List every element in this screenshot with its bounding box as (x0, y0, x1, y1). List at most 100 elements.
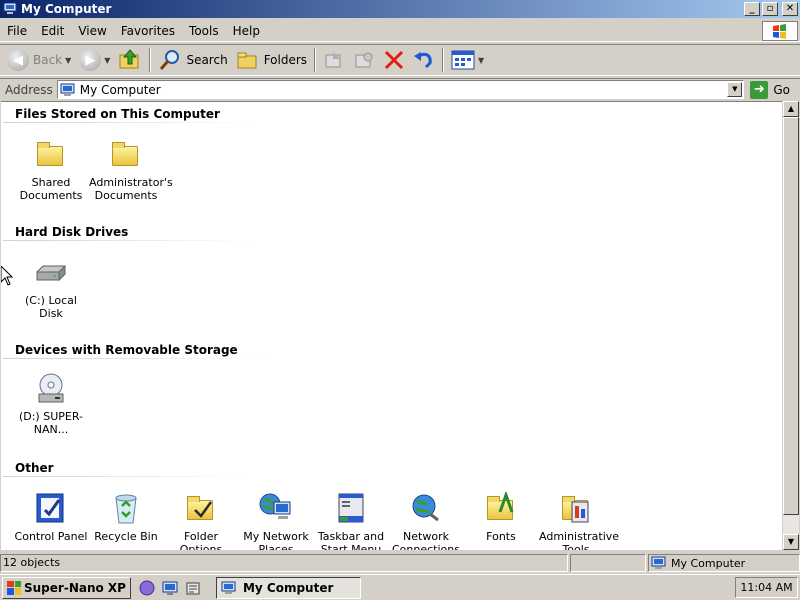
window-title: My Computer (21, 2, 112, 16)
group-divider (3, 240, 251, 241)
start-button[interactable]: Super-Nano XP (2, 576, 131, 599)
toolbar-separator (314, 48, 317, 72)
list-item-fonts[interactable]: Fonts (464, 492, 538, 543)
address-dropdown-button[interactable]: ▼ (727, 82, 743, 97)
my-computer-icon (3, 2, 17, 15)
delete-button[interactable] (379, 46, 409, 74)
clock[interactable]: 11:04 AM (735, 577, 798, 598)
item-label: (C:) Local Disk (25, 294, 77, 320)
forward-dropdown-icon[interactable]: ▼ (104, 56, 110, 65)
go-button[interactable]: ➜ Go (744, 80, 800, 99)
menu-bar: File Edit View Favorites Tools Help (0, 20, 800, 42)
start-label: Super-Nano XP (24, 580, 126, 595)
go-label: Go (773, 82, 790, 97)
toolbar-separator (442, 48, 445, 72)
back-button[interactable]: ◀ Back ▼ (3, 46, 75, 74)
item-label: Network Connections (392, 530, 460, 550)
folder-icon (33, 138, 69, 172)
list-item-taskbar-and-start-menu[interactable]: Taskbar and Start Menu (314, 492, 388, 550)
file-list-view[interactable]: Files Stored on This Computer Shared Doc… (1, 101, 782, 550)
move-to-button[interactable] (319, 46, 349, 74)
menu-file[interactable]: File (0, 24, 34, 38)
copy-to-button[interactable] (349, 46, 379, 74)
status-location-label: My Computer (671, 556, 746, 570)
show-desktop-icon[interactable] (162, 580, 178, 596)
task-button-label: My Computer (242, 580, 334, 595)
address-input[interactable]: My Computer ▼ (56, 80, 745, 99)
group-header: Devices with Removable Storage (15, 343, 238, 357)
group-divider (3, 122, 258, 123)
explorer-window: My Computer _ ▫ ✕ File Edit View Favorit… (0, 0, 800, 574)
move-to-icon (325, 52, 342, 68)
item-label: Administrator's Documents (89, 176, 173, 202)
fonts-icon (483, 492, 519, 526)
group-header: Files Stored on This Computer (15, 107, 220, 121)
quick-launch-tool-icon[interactable] (185, 580, 201, 596)
my-computer-icon (60, 83, 75, 96)
back-dropdown-icon[interactable]: ▼ (65, 56, 71, 65)
menu-edit[interactable]: Edit (34, 24, 71, 38)
views-button[interactable]: ▼ (447, 46, 488, 74)
menu-view[interactable]: View (71, 24, 113, 38)
search-button[interactable]: Search (154, 46, 231, 74)
object-count: 12 objects (0, 554, 568, 572)
menu-help[interactable]: Help (226, 24, 267, 38)
list-item-administrators-documents[interactable]: Administrator's Documents (89, 138, 173, 202)
list-item-my-network-places[interactable]: My Network Places (239, 492, 313, 550)
search-label: Search (186, 53, 228, 67)
hard-disk-icon (33, 256, 69, 290)
item-label: Folder Options (179, 530, 223, 550)
group-divider (3, 476, 243, 477)
folders-button[interactable]: Folders (232, 46, 311, 74)
views-dropdown-icon[interactable]: ▼ (478, 56, 484, 65)
list-item-shared-documents[interactable]: Shared Documents (14, 138, 88, 202)
control-panel-icon (33, 492, 69, 526)
forward-button[interactable]: ▶ ▼ (75, 46, 114, 74)
menu-tools[interactable]: Tools (182, 24, 226, 38)
network-connections-icon (408, 492, 444, 526)
item-label: Administrative Tools (539, 530, 620, 550)
status-panel (570, 554, 646, 572)
undo-button[interactable] (409, 46, 439, 74)
menu-favorites[interactable]: Favorites (114, 24, 182, 38)
network-places-icon (258, 492, 294, 526)
delete-x-icon (384, 50, 404, 70)
group-divider (3, 358, 271, 359)
list-item-folder-options[interactable]: Folder Options (164, 492, 238, 550)
list-item-cd-drive-d[interactable]: (D:) SUPER-NAN... (14, 372, 88, 436)
scroll-thumb[interactable] (783, 117, 799, 515)
list-item-administrative-tools[interactable]: Administrative Tools (539, 492, 620, 550)
folder-options-icon (183, 492, 219, 526)
list-item-local-disk-c[interactable]: (C:) Local Disk (14, 256, 88, 320)
taskbar: Super-Nano XP My Computer 11:04 AM (0, 574, 800, 600)
go-arrow-icon: ➜ (750, 80, 769, 99)
windows-logo-icon (762, 21, 798, 41)
back-arrow-icon: ◀ (7, 49, 29, 71)
taskbar-icon (333, 492, 369, 526)
status-location: My Computer (648, 554, 800, 572)
scroll-down-button[interactable]: ▼ (783, 534, 799, 550)
item-label: Fonts (486, 530, 516, 543)
list-item-network-connections[interactable]: Network Connections (389, 492, 463, 550)
minimize-button[interactable]: _ (744, 2, 760, 16)
item-label: (D:) SUPER-NAN... (18, 410, 84, 436)
standard-toolbar: ◀ Back ▼ ▶ ▼ Search Folders ▼ (0, 44, 800, 76)
cd-drive-icon (33, 372, 69, 406)
mouse-cursor-icon (1, 266, 13, 286)
item-label: Shared Documents (19, 176, 83, 202)
list-item-recycle-bin[interactable]: Recycle Bin (89, 492, 163, 543)
quick-launch-app-icon[interactable] (139, 580, 155, 596)
close-button[interactable]: ✕ (782, 2, 798, 16)
scroll-up-button[interactable]: ▲ (783, 101, 799, 117)
list-item-control-panel[interactable]: Control Panel (14, 492, 88, 543)
maximize-button[interactable]: ▫ (762, 2, 778, 16)
address-label: Address (5, 82, 53, 97)
status-bar: 12 objects My Computer (0, 553, 800, 573)
search-icon (160, 50, 180, 70)
title-bar[interactable]: My Computer _ ▫ ✕ (0, 0, 800, 18)
group-header: Hard Disk Drives (15, 225, 129, 239)
up-button[interactable] (114, 46, 146, 74)
forward-arrow-icon: ▶ (79, 49, 102, 71)
vertical-scrollbar[interactable]: ▲ ▼ (783, 101, 799, 550)
task-button-my-computer[interactable]: My Computer (215, 576, 361, 599)
